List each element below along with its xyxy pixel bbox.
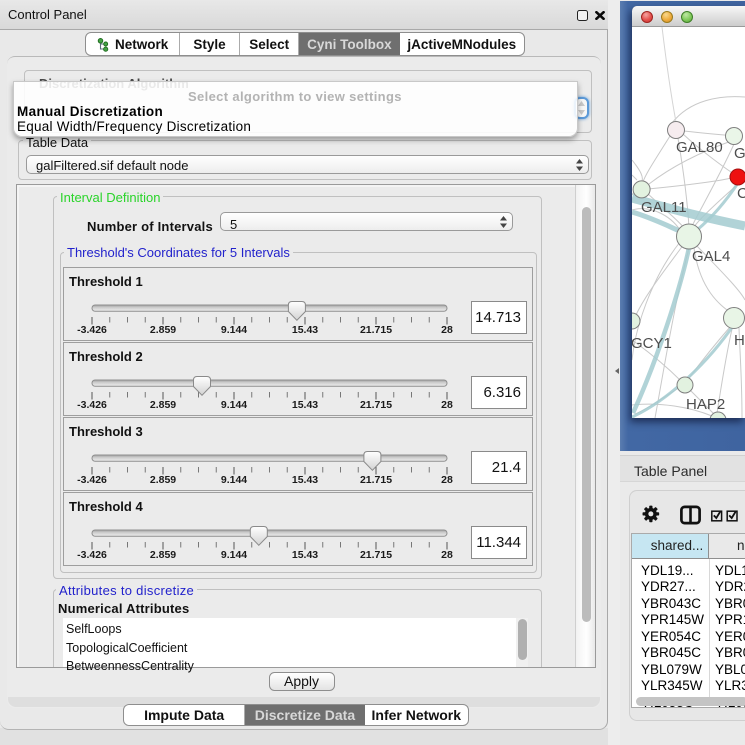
svg-text:15.43: 15.43 bbox=[292, 549, 318, 561]
svg-text:9.144: 9.144 bbox=[221, 324, 247, 336]
svg-text:-3.426: -3.426 bbox=[77, 474, 107, 486]
svg-text:28: 28 bbox=[441, 324, 453, 336]
svg-text:GA: GA bbox=[734, 145, 745, 162]
svg-text:GAL80: GAL80 bbox=[676, 139, 723, 156]
svg-text:21.715: 21.715 bbox=[360, 474, 392, 486]
svg-text:9.144: 9.144 bbox=[221, 549, 247, 561]
svg-text:H: H bbox=[734, 332, 745, 349]
svg-text:-3.426: -3.426 bbox=[77, 324, 107, 336]
svg-text:28: 28 bbox=[441, 399, 453, 411]
svg-text:15.43: 15.43 bbox=[292, 474, 318, 486]
svg-text:2.859: 2.859 bbox=[150, 474, 176, 486]
svg-text:2.859: 2.859 bbox=[150, 549, 176, 561]
svg-text:21.715: 21.715 bbox=[360, 399, 392, 411]
svg-text:15.43: 15.43 bbox=[292, 324, 318, 336]
svg-text:GAL4: GAL4 bbox=[692, 248, 730, 265]
svg-text:28: 28 bbox=[441, 549, 453, 561]
svg-text:HAP2: HAP2 bbox=[686, 396, 725, 413]
svg-text:-3.426: -3.426 bbox=[77, 549, 107, 561]
svg-text:15.43: 15.43 bbox=[292, 399, 318, 411]
svg-text:21.715: 21.715 bbox=[360, 324, 392, 336]
svg-text:28: 28 bbox=[441, 474, 453, 486]
svg-text:-3.426: -3.426 bbox=[77, 399, 107, 411]
svg-text:2.859: 2.859 bbox=[150, 399, 176, 411]
svg-text:9.144: 9.144 bbox=[221, 399, 247, 411]
svg-text:9.144: 9.144 bbox=[221, 474, 247, 486]
svg-text:C: C bbox=[737, 185, 745, 202]
svg-text:GCY1: GCY1 bbox=[632, 335, 672, 352]
svg-text:2.859: 2.859 bbox=[150, 324, 176, 336]
svg-text:GAL11: GAL11 bbox=[641, 199, 687, 216]
svg-text:21.715: 21.715 bbox=[360, 549, 392, 561]
